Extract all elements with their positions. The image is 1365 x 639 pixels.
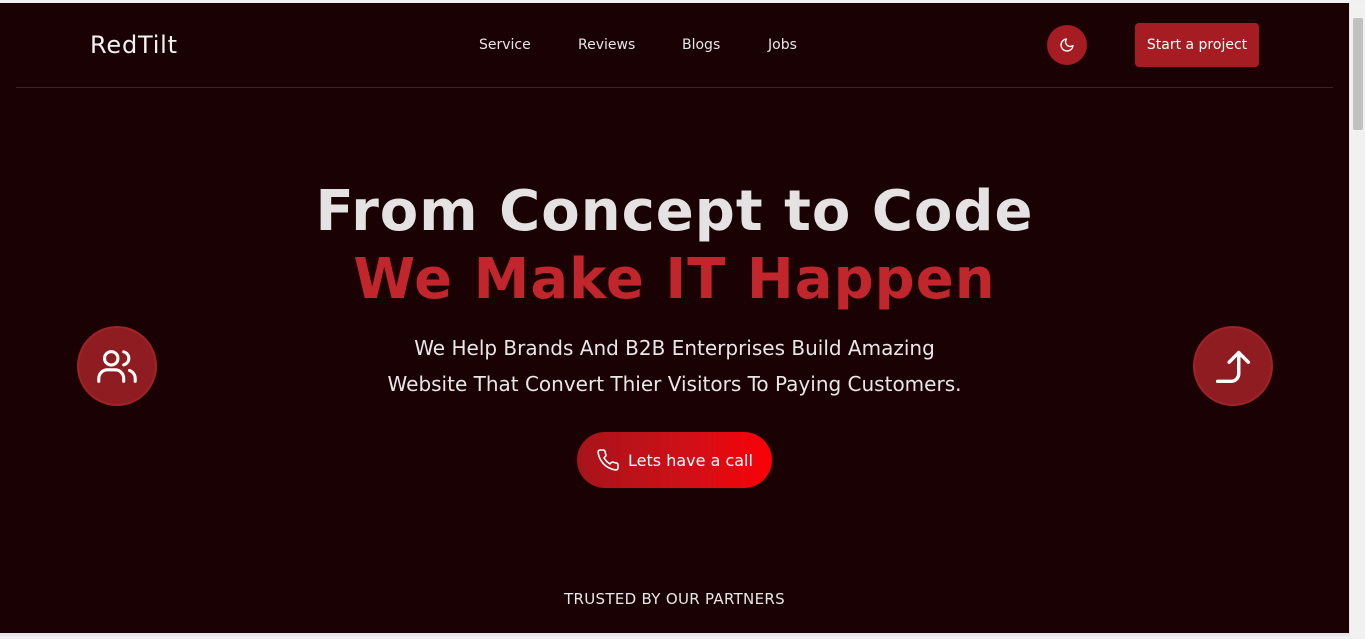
hero-title-line1: From Concept to Code [315,179,1034,244]
nav-link-jobs[interactable]: Jobs [768,37,797,53]
vertical-scrollbar[interactable] [1349,3,1365,636]
phone-icon [597,449,619,471]
page-bottom-edge [0,633,1349,636]
nav-link-service[interactable]: Service [479,37,531,53]
landing-page: RedTilt Service Reviews Blogs Jobs Start… [0,3,1349,636]
nav-link-reviews[interactable]: Reviews [578,37,635,53]
arrow-turn-up-icon [1215,350,1251,384]
site-header: RedTilt Service Reviews Blogs Jobs Start… [16,3,1333,88]
start-project-button[interactable]: Start a project [1135,23,1259,67]
call-button-label: Lets have a call [628,450,753,470]
moon-icon [1060,38,1074,52]
call-button[interactable]: Lets have a call [577,432,772,488]
users-icon [97,350,137,383]
hero-title-line2: We Make IT Happen [353,247,996,312]
brand-logo[interactable]: RedTilt [90,31,178,59]
nav-link-blogs[interactable]: Blogs [682,37,720,53]
theme-toggle-button[interactable] [1047,25,1087,65]
arrow-badge [1195,328,1271,404]
hero-subtitle-line2: Website That Convert Thier Visitors To P… [387,372,962,396]
users-badge [79,328,155,404]
hero-subtitle-line1: We Help Brands And B2B Enterprises Build… [414,336,935,360]
scrollbar-thumb[interactable] [1353,18,1363,130]
partners-heading: TRUSTED BY OUR PARTNERS [564,590,785,608]
